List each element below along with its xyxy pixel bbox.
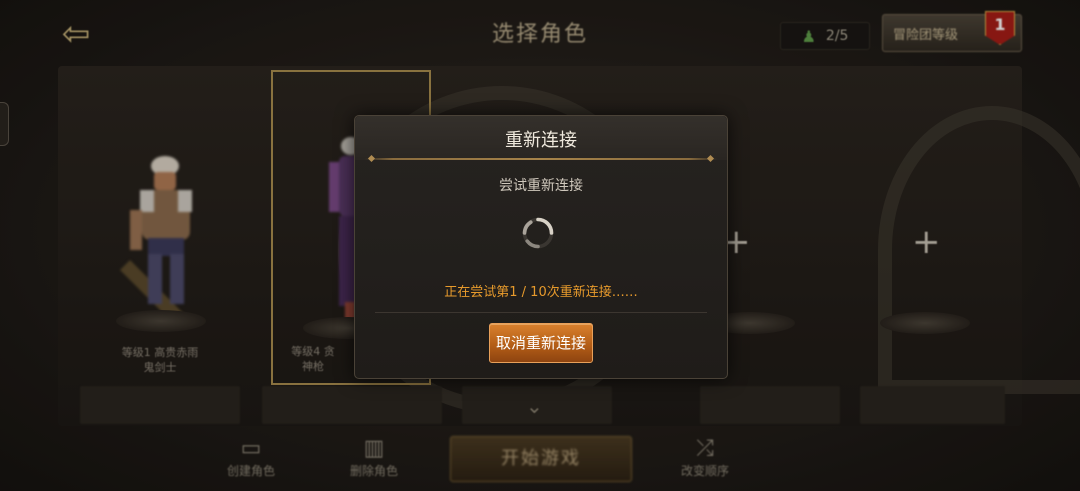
- dialog-separator: [375, 312, 707, 313]
- dialog-message: 尝试重新连接: [499, 178, 583, 194]
- loading-spinner-icon: [522, 217, 554, 249]
- reconnect-status-text: 正在尝试第1 / 10次重新连接……: [444, 285, 638, 300]
- ornate-divider: [365, 158, 717, 160]
- cancel-reconnect-button[interactable]: 取消重新连接: [489, 323, 593, 363]
- dialog-title: 重新连接: [505, 130, 577, 151]
- reconnect-dialog: 重新连接 尝试重新连接 正在尝试第1 / 10次重新连接…… 取消重新连接: [354, 115, 728, 379]
